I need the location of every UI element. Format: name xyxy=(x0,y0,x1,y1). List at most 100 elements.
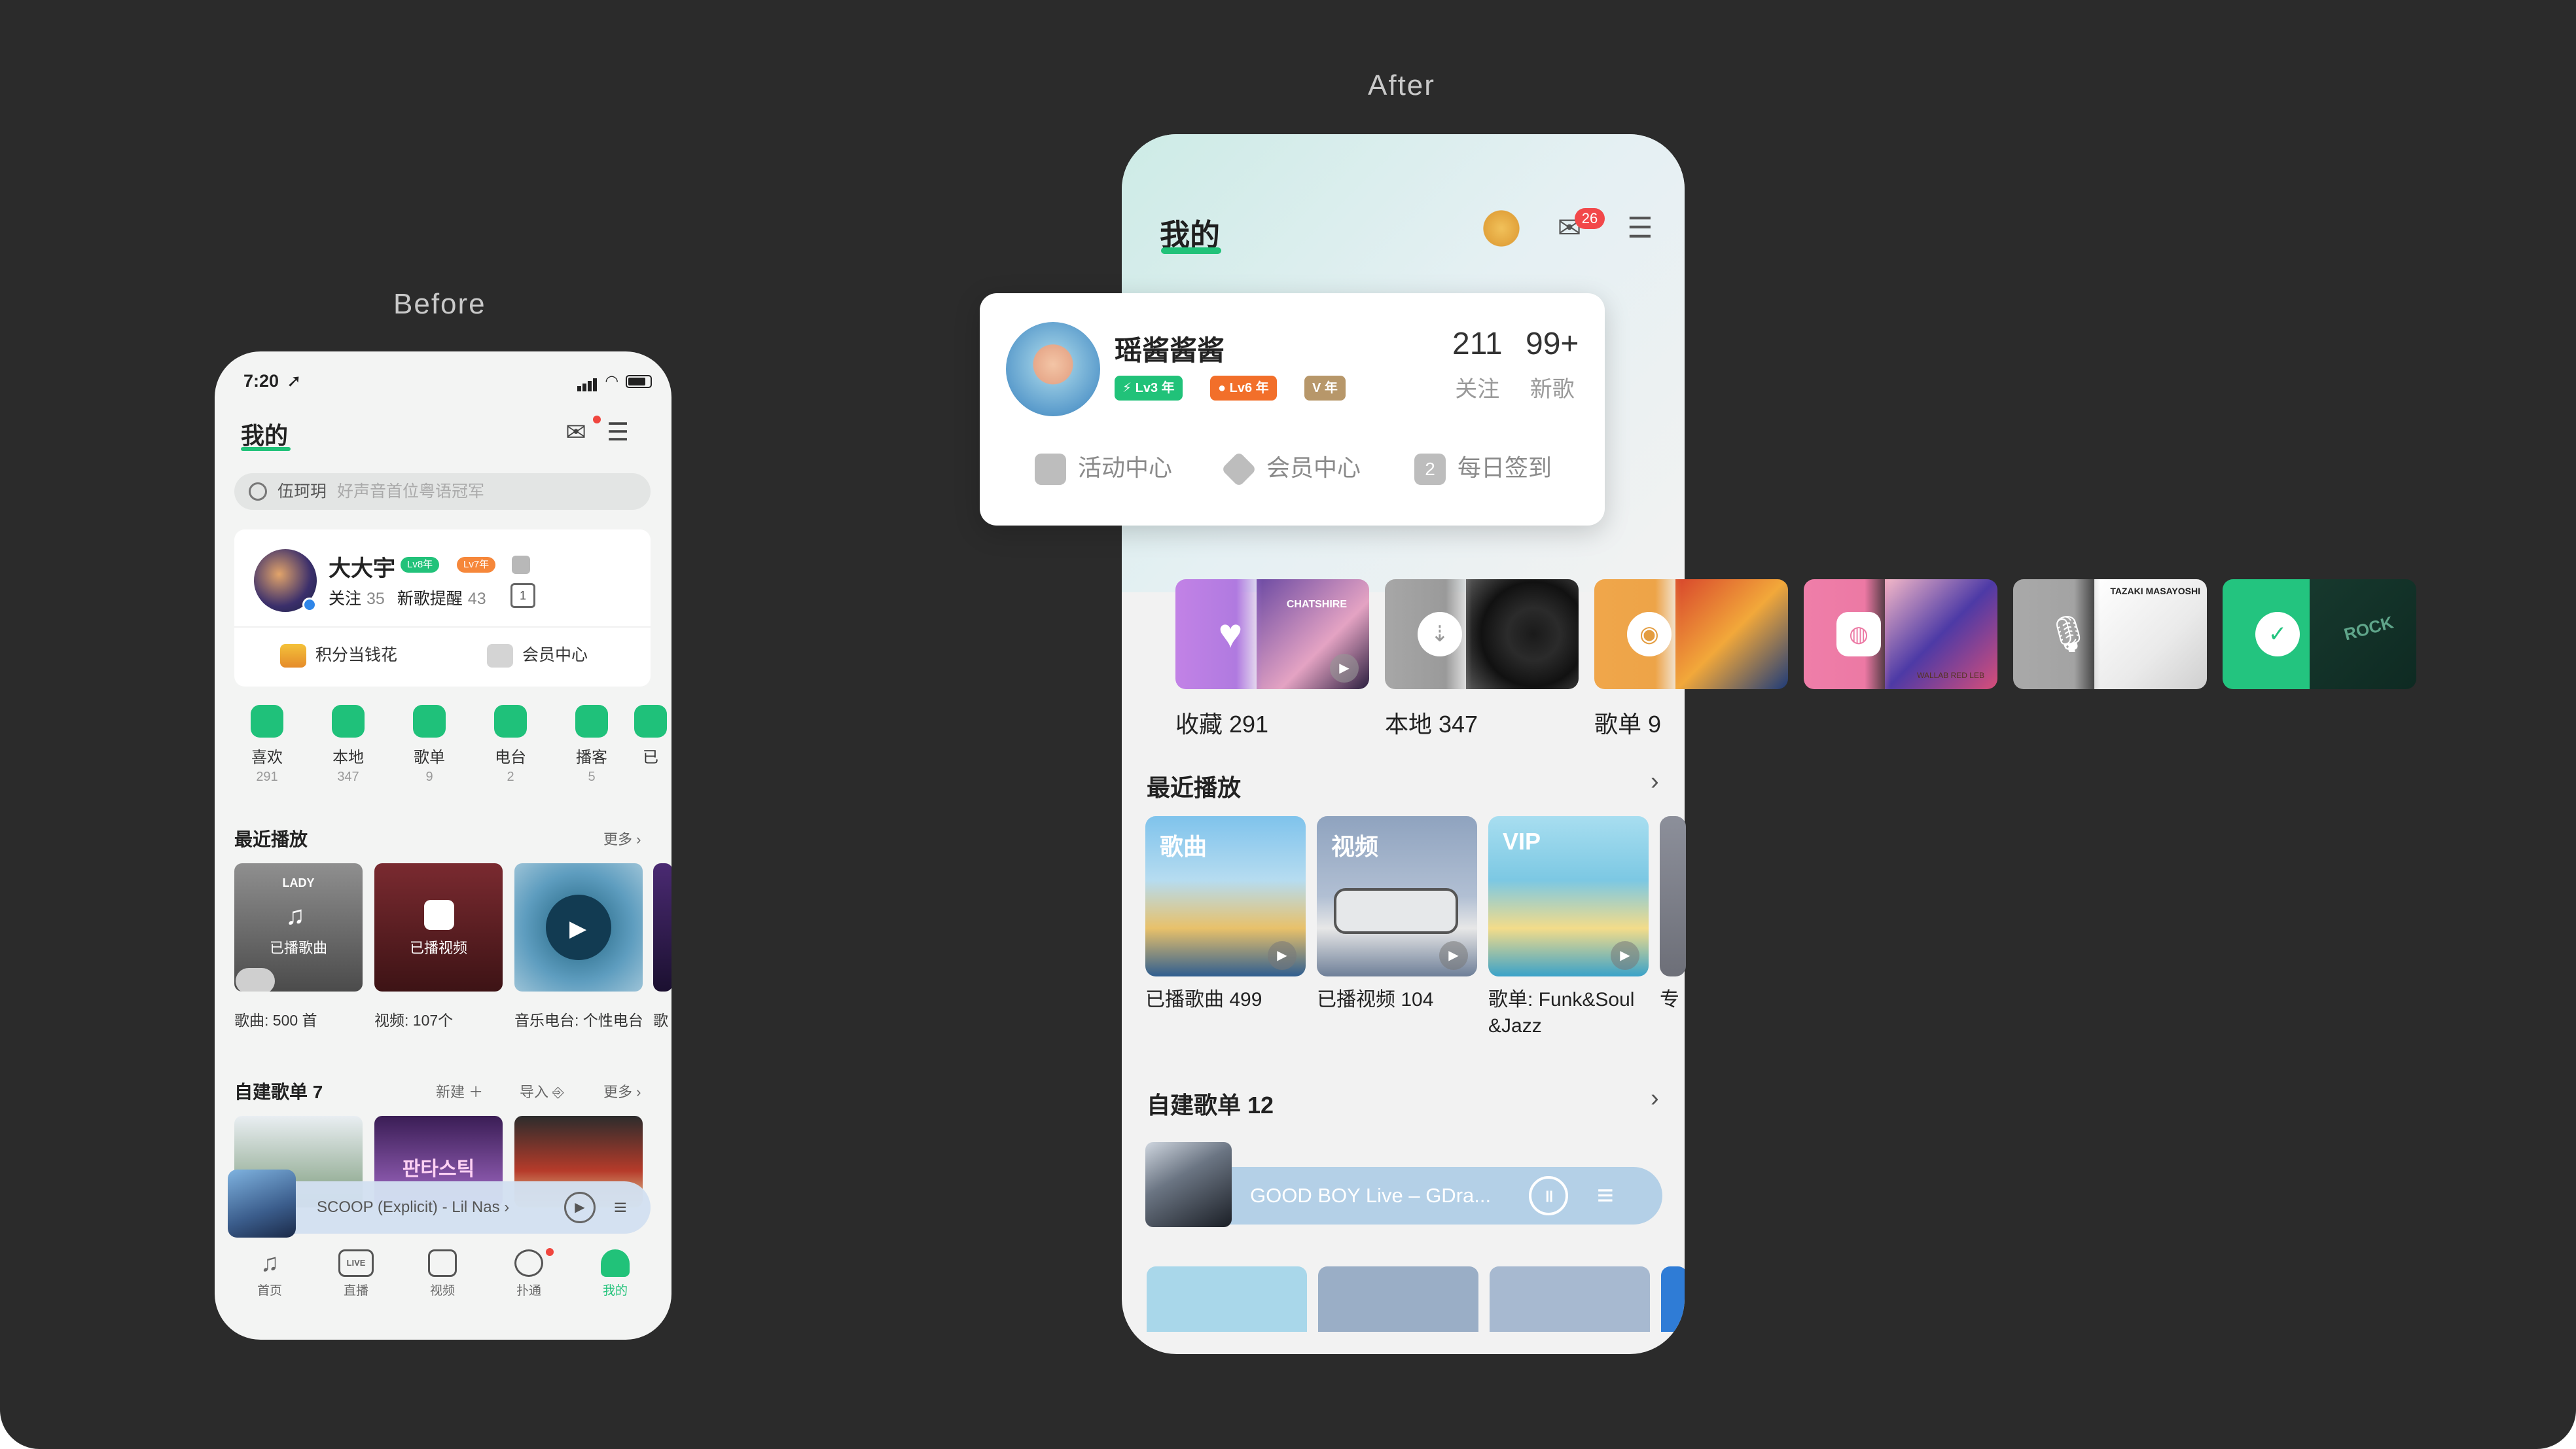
recent-more-link[interactable]: 更多 › xyxy=(603,828,641,849)
play-icon[interactable]: ▶ xyxy=(1439,941,1468,970)
quick-radio[interactable]: 电台 2 xyxy=(478,705,543,785)
comparison-canvas: Before After 7:20 ➚ ◠ 我的 ✉ ☰ 伍珂玥 好声音首位粤语冠… xyxy=(0,0,2576,1449)
verified-icon xyxy=(302,598,317,612)
quick-local[interactable]: 本地 347 xyxy=(315,705,381,785)
playlist-cover[interactable] xyxy=(1318,1266,1478,1332)
chevron-right-icon[interactable]: › xyxy=(1651,768,1659,796)
check-icon xyxy=(634,705,667,738)
search-input[interactable]: 伍珂玥 好声音首位粤语冠军 xyxy=(234,473,651,510)
tile-radio[interactable]: ◍ WALLAB RED LEB xyxy=(1804,579,1997,689)
before-caption: Before xyxy=(393,288,486,320)
search-hint-primary: 伍珂玥 xyxy=(277,482,327,501)
title-underline xyxy=(241,447,291,451)
tile-label: 已播视频 xyxy=(409,940,467,956)
tile-caption: 音乐电台: 个性电台 xyxy=(514,1012,643,1029)
cube-icon xyxy=(1035,454,1066,486)
quick-podcast[interactable]: 播客 5 xyxy=(559,705,624,785)
tile-local[interactable]: ⇣ xyxy=(1385,579,1579,689)
playlist-icon[interactable]: ≡ xyxy=(614,1193,643,1222)
quick-label: 喜欢 xyxy=(251,749,283,766)
following-stat[interactable]: 211 关注 xyxy=(1452,326,1503,403)
new-playlist-button[interactable]: 新建 ＋ xyxy=(436,1081,483,1101)
playlist-icon[interactable]: ≡ xyxy=(1597,1177,1634,1214)
new-songs-stat[interactable]: 99+ 新歌 xyxy=(1526,326,1579,403)
level-tag-label: Lv3 年 xyxy=(1135,381,1175,395)
play-icon[interactable]: ▶ xyxy=(564,1192,596,1223)
card-caption: 专 xyxy=(1660,989,1679,1011)
stat-value: 99+ xyxy=(1526,327,1579,361)
activity-center-link[interactable]: 活动中心 xyxy=(1035,449,1172,486)
quick-entry-row: 喜欢 291 本地 347 歌单 9 电台 2 播客 5 已 xyxy=(215,705,671,790)
tile-favorites[interactable]: ♥ CHATSHIRE ▶ xyxy=(1175,579,1369,689)
tab-label: 首页 xyxy=(257,1284,282,1298)
disc-icon: ◉ xyxy=(1627,612,1672,656)
playlist-cover[interactable] xyxy=(1147,1266,1307,1332)
playlists-more-link[interactable]: 更多 › xyxy=(603,1081,641,1101)
new-songs-count: 43 xyxy=(467,590,486,608)
calendar-icon[interactable]: 1 xyxy=(510,583,535,608)
menu-icon[interactable]: ☰ xyxy=(1619,207,1661,249)
recent-tile-songs[interactable]: LADY ♫ 已播歌曲 xyxy=(234,863,363,992)
heart-icon: ♥ xyxy=(1218,611,1243,656)
check-icon: ✓ xyxy=(2255,612,2300,656)
tile-podcast[interactable]: 🎙︎ TAZAKI MASAYOSHI xyxy=(2013,579,2207,689)
tile-purchased[interactable]: ✓ ROCK xyxy=(2223,579,2416,689)
tab-mine[interactable]: 我的 xyxy=(576,1249,654,1298)
vip-icon xyxy=(512,556,530,574)
quick-label: 本地 xyxy=(332,749,364,766)
mail-icon[interactable]: ✉ xyxy=(560,420,592,446)
recent-tile-more[interactable] xyxy=(653,863,671,992)
playlists-title: 自建歌单 7 xyxy=(234,1082,323,1102)
page-title: 我的 xyxy=(241,422,289,449)
avatar[interactable] xyxy=(1006,322,1100,416)
tile-playlists[interactable]: ◉ xyxy=(1594,579,1788,689)
menu-icon[interactable]: ☰ xyxy=(602,420,634,446)
notification-dot xyxy=(546,1248,554,1256)
video-play-icon xyxy=(424,900,454,930)
tab-home[interactable]: ♫ 首页 xyxy=(230,1249,309,1298)
recent-tile-videos[interactable]: 已播视频 xyxy=(374,863,503,992)
play-icon[interactable]: ▶ xyxy=(1330,654,1359,683)
play-icon[interactable]: ▶ xyxy=(1611,941,1639,970)
recent-card-vip[interactable]: VIP ▶ xyxy=(1488,816,1649,976)
member-center-link[interactable]: 会员中心 xyxy=(1221,449,1361,488)
tab-live[interactable]: LIVE 直播 xyxy=(317,1249,395,1298)
microphone-icon xyxy=(575,705,608,738)
quick-playlist[interactable]: 歌单 9 xyxy=(397,705,462,785)
tile-art-text: CHATSHIRE xyxy=(1286,599,1347,610)
quick-like[interactable]: 喜欢 291 xyxy=(234,705,300,785)
search-icon xyxy=(249,482,267,501)
chevron-right-icon[interactable]: › xyxy=(1651,1084,1659,1113)
pause-icon[interactable]: ॥ xyxy=(1529,1176,1568,1215)
level-tag-lv6: ● Lv6 年 xyxy=(1210,376,1277,401)
music-note-icon: ♫ xyxy=(285,901,305,930)
play-icon[interactable] xyxy=(236,968,275,992)
badge-dot-icon: ● xyxy=(1218,381,1226,395)
recent-card-videos[interactable]: 视频 ▶ xyxy=(1317,816,1477,976)
chat-bubble-icon xyxy=(514,1249,543,1277)
quick-count: 347 xyxy=(337,770,359,784)
stat-label: 关注 xyxy=(1455,377,1500,402)
recent-tile-radio[interactable]: ▶ xyxy=(514,863,643,992)
status-bar: 7:20 ➚ ◠ xyxy=(215,351,671,410)
points-link[interactable]: 积分当钱花 xyxy=(280,642,397,668)
tab-putong[interactable]: 扑通 xyxy=(490,1249,568,1298)
mini-player[interactable]: SCOOP (Explicit) - Lil Nas › ▶ ≡ xyxy=(228,1170,651,1238)
quick-more[interactable]: 已 xyxy=(631,705,670,767)
member-center-link[interactable]: 会员中心 xyxy=(487,642,588,668)
tab-video[interactable]: 视频 xyxy=(403,1249,482,1298)
playlist-cover[interactable] xyxy=(1490,1266,1650,1332)
daily-signin-link[interactable]: 2 每日签到 xyxy=(1414,449,1552,486)
points-label: 积分当钱花 xyxy=(315,646,398,664)
recent-card-songs[interactable]: 歌曲 ▶ xyxy=(1145,816,1306,976)
playlist-cover[interactable] xyxy=(1661,1266,1685,1332)
car-artwork xyxy=(1334,888,1458,934)
play-icon[interactable]: ▶ xyxy=(1268,941,1297,970)
tab-label: 我的 xyxy=(602,1284,628,1298)
recent-card-more[interactable] xyxy=(1660,816,1686,976)
radio-icon: ◍ xyxy=(1836,612,1881,656)
mascot-icon[interactable] xyxy=(1480,207,1522,249)
follow-row[interactable]: 关注 35 新歌提醒 43 xyxy=(329,586,494,609)
import-button[interactable]: 导入 ⎆ xyxy=(520,1081,564,1101)
quick-count: 291 xyxy=(256,770,278,784)
